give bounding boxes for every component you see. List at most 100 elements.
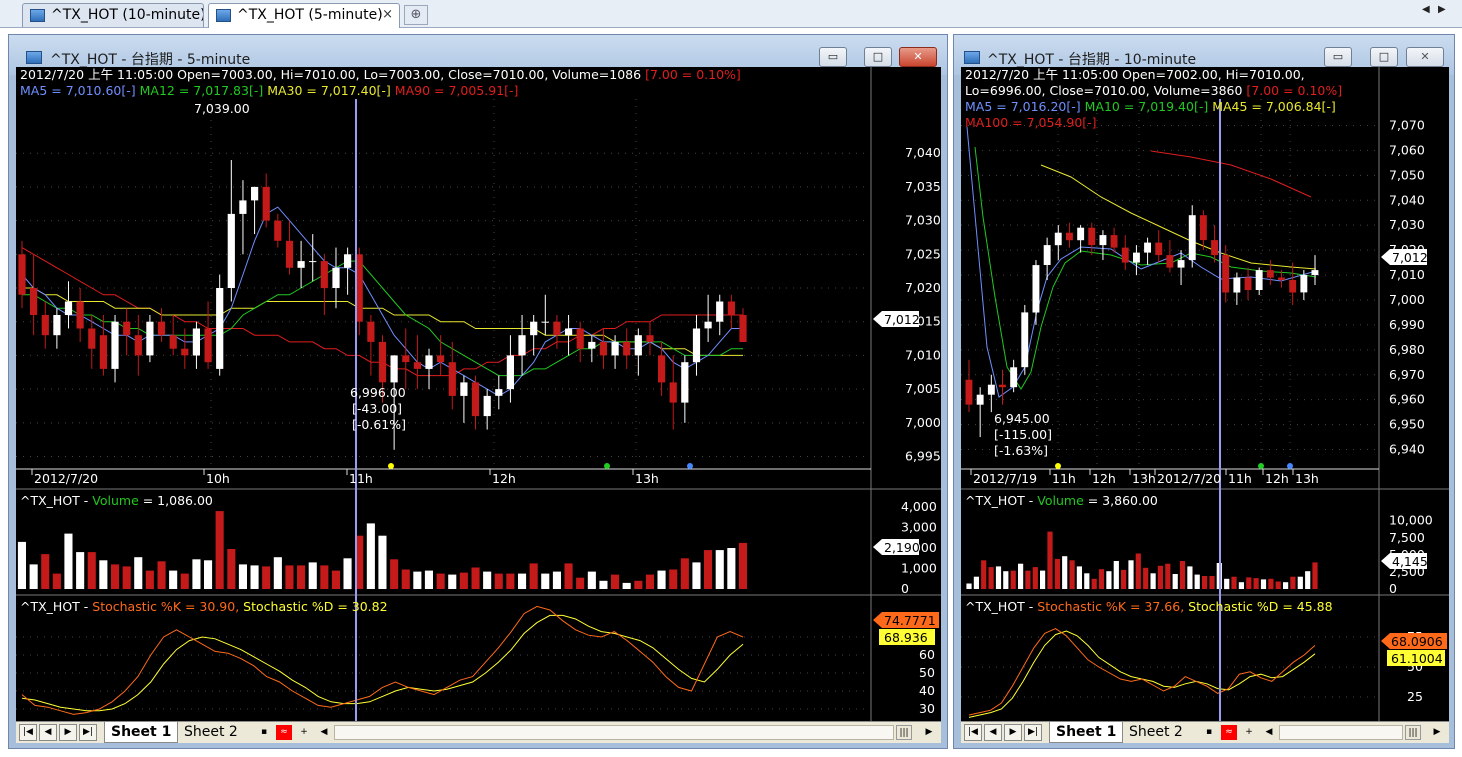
minimize-button[interactable]: ▭: [1324, 47, 1352, 67]
add-tab-button[interactable]: ⊕: [404, 5, 428, 25]
scroll-left-icon[interactable]: ◀: [316, 725, 332, 740]
scroll-left-icon[interactable]: ◀: [1261, 725, 1277, 740]
volume-bar: [250, 565, 259, 589]
volume-bar: [41, 554, 50, 589]
scroll-tabs-left-icon[interactable]: ◀: [1422, 4, 1430, 15]
candle-body: [146, 321, 154, 356]
close-tab-icon[interactable]: ×: [382, 4, 393, 26]
candle-body: [216, 288, 224, 369]
price-tick-label: 6,970: [1389, 367, 1425, 382]
chart-area[interactable]: 7,040 7,035 7,030 7,025 7,020 7,015 7,010 7,005…: [16, 67, 941, 721]
scroll-right-icon[interactable]: ▶: [921, 725, 937, 740]
candle-body: [53, 315, 61, 336]
candle-body: [181, 348, 189, 356]
maximize-button[interactable]: □: [1370, 47, 1398, 67]
lock-icon[interactable]: ▪: [1201, 725, 1217, 740]
candle-body: [99, 335, 107, 369]
event-marker[interactable]: [687, 463, 693, 469]
candle-body: [576, 328, 584, 349]
scroll-thumb-icon[interactable]: |||: [896, 725, 912, 740]
pin-icon[interactable]: +: [1241, 725, 1257, 740]
time-tick-label: 13h: [1132, 471, 1156, 486]
volume-bar: [320, 565, 329, 589]
volume-bar: [1172, 574, 1178, 589]
next-sheet-button[interactable]: ▶: [1004, 724, 1022, 741]
candle-body: [425, 355, 433, 369]
volume-bar: [680, 558, 689, 590]
event-marker[interactable]: [1287, 463, 1293, 469]
next-sheet-button[interactable]: ▶: [59, 724, 77, 741]
scroll-tabs-right-icon[interactable]: ▶: [1438, 4, 1446, 15]
lock-icon[interactable]: ▪: [256, 725, 272, 740]
sheet-tab-2[interactable]: Sheet 2: [1129, 722, 1183, 743]
time-tick-label: 12h: [492, 471, 516, 486]
candle-body: [204, 328, 212, 363]
horizontal-scrollbar[interactable]: [334, 725, 894, 740]
link-icon[interactable]: ≈: [276, 725, 292, 740]
volume-legend: ^TX_HOT - Volume = 3,860.00: [965, 493, 1158, 508]
event-marker[interactable]: [604, 463, 610, 469]
first-sheet-button[interactable]: |◀: [19, 724, 37, 741]
volume-bar: [1268, 578, 1274, 590]
candle-body: [1054, 232, 1062, 246]
volume-bar: [1165, 563, 1171, 589]
event-marker[interactable]: [1055, 463, 1061, 469]
sheet-tab-1[interactable]: Sheet 1: [104, 722, 179, 743]
last-price-tag-label: 7,012: [884, 312, 920, 327]
scroll-thumb-icon[interactable]: |||: [1405, 725, 1421, 740]
candle-body: [30, 288, 38, 315]
close-window-button[interactable]: ✕: [899, 47, 937, 67]
price-tick-label: 7,020: [905, 280, 941, 295]
prev-sheet-button[interactable]: ◀: [39, 724, 57, 741]
candle-body: [297, 261, 305, 268]
tab-5-minute[interactable]: ^TX_HOT (5-minute) ×: [208, 3, 400, 28]
event-marker[interactable]: [388, 463, 394, 469]
candle-body: [390, 355, 398, 383]
last-sheet-button[interactable]: ▶|: [1024, 724, 1042, 741]
candle-body: [192, 328, 200, 356]
volume-bar: [1047, 531, 1053, 589]
volume-bar: [1202, 576, 1208, 589]
time-tick-label: 2012/7/20: [1157, 471, 1221, 486]
volume-bar: [704, 550, 713, 589]
candle-body: [1021, 312, 1029, 368]
close-window-button[interactable]: ✕: [1406, 47, 1444, 67]
sheet-tab-2[interactable]: Sheet 2: [184, 722, 238, 743]
minimize-button[interactable]: ▭: [819, 47, 847, 67]
volume-tick-label: 4,000: [901, 499, 937, 514]
volume-bar: [1179, 561, 1186, 589]
first-sheet-button[interactable]: |◀: [964, 724, 982, 741]
last-sheet-button[interactable]: ▶|: [79, 724, 97, 741]
chart-area[interactable]: 7,0707,0607,0507,0407,0307,0207,0107,000…: [961, 67, 1449, 721]
chart-window-icon: [26, 51, 42, 64]
chart-10-minute[interactable]: 7,0707,0607,0507,0407,0307,0207,0107,000…: [961, 67, 1449, 721]
prev-sheet-button[interactable]: ◀: [984, 724, 1002, 741]
candle-body: [483, 395, 491, 417]
candle-body: [239, 200, 247, 214]
time-tick-label: 13h: [1295, 471, 1319, 486]
volume-bar: [1076, 566, 1082, 589]
candle-body: [320, 261, 328, 289]
volume-bar: [1003, 571, 1009, 589]
horizontal-scrollbar[interactable]: [1279, 725, 1403, 740]
scroll-right-icon[interactable]: ▶: [1429, 725, 1445, 740]
low-annotation: 6,996.00: [350, 385, 406, 400]
volume-bar: [1106, 571, 1112, 589]
pin-icon[interactable]: +: [296, 725, 312, 740]
volume-bar: [1032, 567, 1038, 589]
volume-bar: [111, 564, 120, 589]
candle-body: [274, 220, 282, 241]
event-marker[interactable]: [1258, 463, 1264, 469]
chart-5-minute[interactable]: 7,0407,0357,0307,0257,0207,0157,0107,005…: [16, 67, 941, 721]
low-change-annotation: [-115.00]: [994, 427, 1052, 442]
candle-body: [541, 321, 549, 323]
volume-bar: [988, 567, 994, 589]
volume-bar: [1054, 558, 1060, 589]
candle-body: [1133, 252, 1140, 263]
maximize-button[interactable]: □: [864, 47, 892, 67]
candle-body: [1144, 242, 1151, 253]
tab-10-minute[interactable]: ^TX_HOT (10-minute): [22, 3, 204, 27]
link-icon[interactable]: ≈: [1221, 725, 1237, 740]
sheet-tab-1[interactable]: Sheet 1: [1049, 722, 1124, 743]
volume-bar: [1209, 576, 1215, 589]
